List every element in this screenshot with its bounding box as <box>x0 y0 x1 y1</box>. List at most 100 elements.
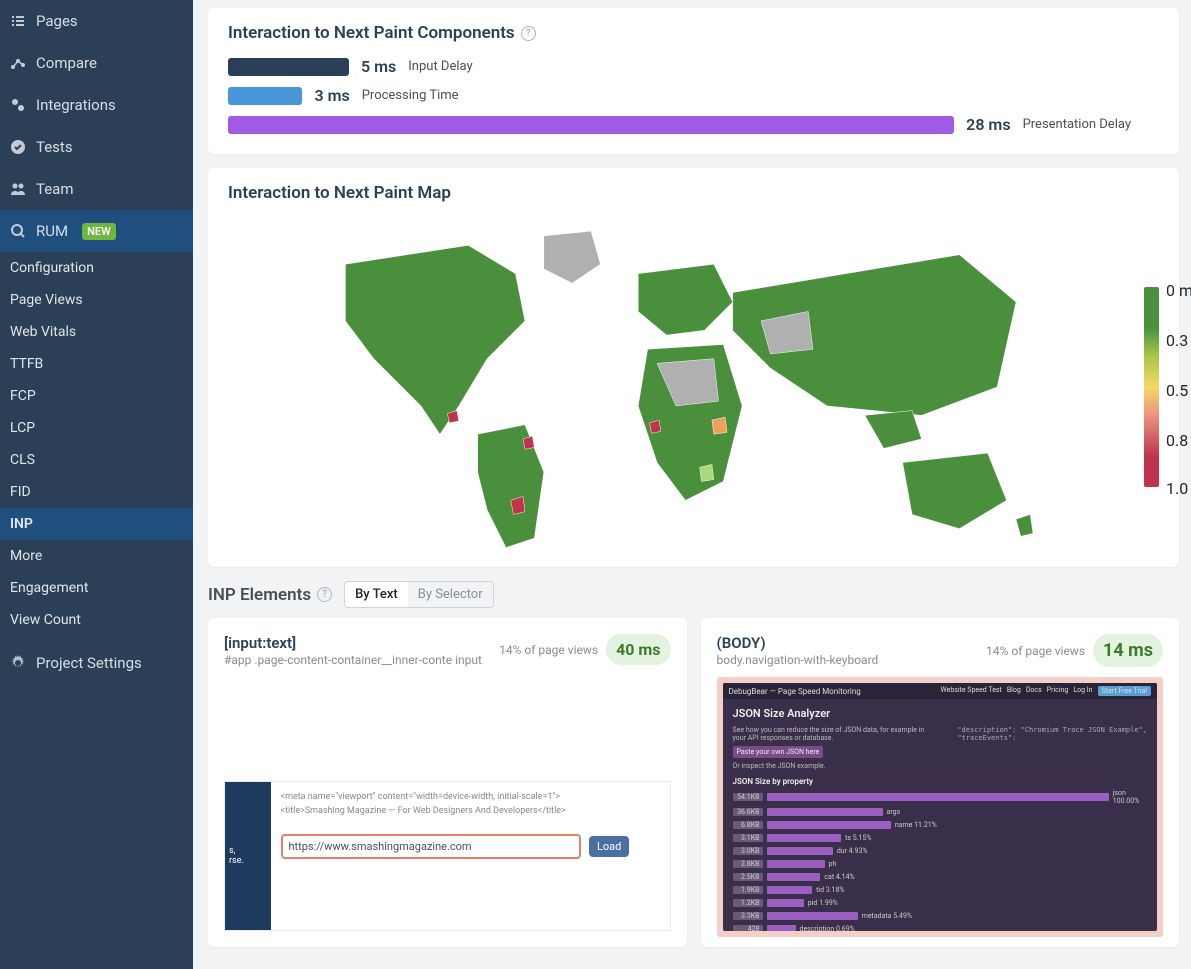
pageviews-pct: 14% of page views <box>986 644 1085 658</box>
panel-title: Interaction to Next Paint Map <box>228 183 1159 203</box>
element-preview: s,rse. <meta name="viewport" content="wi… <box>224 781 671 931</box>
inp-elements-header: INP Elements ? By Text By Selector <box>208 581 1179 608</box>
main-content: Interaction to Next Paint Components ? 5… <box>193 0 1191 969</box>
nav-cta: Start Free Trial <box>1098 686 1151 696</box>
component-row-presentation: 28 ms Presentation Delay <box>228 115 1159 134</box>
tab-by-selector[interactable]: By Selector <box>408 582 493 607</box>
component-row-input-delay: 5 ms Input Delay <box>228 57 1159 76</box>
json-size-row: 428description 0.69% <box>733 923 1148 931</box>
legend-label: 0.5 s <box>1166 381 1191 400</box>
component-label: Presentation Delay <box>1023 117 1131 132</box>
check-icon <box>10 139 26 155</box>
nav-link: Website Speed Test <box>941 686 1002 696</box>
preview-input: https://www.smashingmagazine.com <box>281 834 581 859</box>
element-preview: DebugBear — Page Speed Monitoring Websit… <box>717 677 1164 937</box>
card-metrics: 14% of page views 14 ms <box>986 634 1163 667</box>
panel-title: Interaction to Next Paint Components ? <box>228 23 1159 43</box>
json-size-row: 3.0KBdur 4.93% <box>733 845 1148 857</box>
map-legend: 0 ms 0.3 s 0.5 s 0.8 s 1.0 s <box>1144 287 1159 487</box>
json-size-row: 1.2KBpid 1.99% <box>733 897 1148 909</box>
card-title-block: [input:text] #app .page-content-containe… <box>224 634 482 667</box>
search-icon <box>10 223 26 239</box>
sidebar-item-compare[interactable]: Compare <box>0 42 193 84</box>
sidebar-sub-ttfb[interactable]: TTFB <box>0 348 193 380</box>
sidebar-sub-cls[interactable]: CLS <box>0 444 193 476</box>
sidebar-item-team[interactable]: Team <box>0 168 193 210</box>
card-metrics: 14% of page views 40 ms <box>499 634 670 665</box>
preview-note: Or inspect the JSON example. <box>733 762 938 770</box>
element-selector: #app .page-content-container__inner-cont… <box>224 653 482 667</box>
gear-icon <box>10 97 26 113</box>
help-icon[interactable]: ? <box>521 26 536 41</box>
card-header: (BODY) body.navigation-with-keyboard 14%… <box>717 634 1164 667</box>
component-value: 5 ms <box>361 57 396 76</box>
preview-load-button: Load <box>589 836 629 857</box>
json-size-row: 3.1KBts 5.15% <box>733 832 1148 844</box>
element-title: (BODY) <box>717 634 879 652</box>
nav-link: Pricing <box>1047 686 1069 696</box>
sidebar-item-label: Integrations <box>36 96 116 114</box>
world-map[interactable] <box>228 217 1124 557</box>
panel-title-text: Interaction to Next Paint Components <box>228 23 515 43</box>
sidebar-sub-pageviews[interactable]: Page Views <box>0 284 193 316</box>
sidebar-item-label: Project Settings <box>36 654 142 672</box>
sidebar-item-tests[interactable]: Tests <box>0 126 193 168</box>
card-title-block: (BODY) body.navigation-with-keyboard <box>717 634 879 667</box>
inp-element-card[interactable]: (BODY) body.navigation-with-keyboard 14%… <box>701 618 1180 947</box>
preview-desc: See how you can reduce the size of JSON … <box>733 726 938 742</box>
sidebar-item-label: Tests <box>36 138 73 156</box>
sidebar-submenu: Configuration Page Views Web Vitals TTFB… <box>0 252 193 636</box>
component-value: 28 ms <box>966 115 1010 134</box>
nav-link: Log In <box>1073 686 1092 696</box>
preview-paste-btn: Paste your own JSON here <box>733 746 824 758</box>
sidebar-item-label: Team <box>36 180 74 198</box>
component-bar <box>228 58 349 76</box>
sidebar-sub-inp[interactable]: INP <box>0 508 193 540</box>
sidebar-sub-viewcount[interactable]: View Count <box>0 604 193 636</box>
section-title-text: INP Elements <box>208 585 311 605</box>
preview-content: <meta name="viewport" content="width=dev… <box>271 782 670 930</box>
sidebar-item-label: Compare <box>36 54 97 72</box>
tab-by-text[interactable]: By Text <box>345 582 408 607</box>
sidebar-item-integrations[interactable]: Integrations <box>0 84 193 126</box>
json-size-row: 2.8KBph <box>733 858 1148 870</box>
legend-gradient <box>1144 287 1159 487</box>
section-title: INP Elements ? <box>208 585 332 605</box>
json-size-row: 6.8KBname 11.21% <box>733 819 1148 831</box>
new-badge: NEW <box>82 223 116 240</box>
preview-header: DebugBear — Page Speed Monitoring <box>729 687 861 696</box>
sidebar-item-pages[interactable]: Pages <box>0 0 193 42</box>
element-selector: body.navigation-with-keyboard <box>717 653 879 667</box>
legend-label: 0.8 s <box>1166 431 1191 450</box>
sidebar-sub-more[interactable]: More <box>0 540 193 572</box>
sidebar-sub-fid[interactable]: FID <box>0 476 193 508</box>
sidebar-item-label: Pages <box>36 12 78 30</box>
element-title: [input:text] <box>224 634 482 652</box>
inp-map-panel: Interaction to Next Paint Map <box>208 168 1179 567</box>
legend-label: 1.0 s <box>1166 479 1191 498</box>
json-bars: 54.1KBjson 100.00%36.6KBargs 6.8KBname 1… <box>733 789 1148 931</box>
preview-title-line: <title>Smashing Magazine — For Web Desig… <box>281 806 660 816</box>
component-row-processing: 3 ms Processing Time <box>228 86 1159 105</box>
cog-icon <box>10 655 26 671</box>
json-size-row: 54.1KBjson 100.00% <box>733 789 1148 805</box>
help-icon[interactable]: ? <box>317 587 332 602</box>
json-size-row: 1.9KBtid 3.18% <box>733 884 1148 896</box>
sidebar-item-settings[interactable]: Project Settings <box>0 642 193 684</box>
sidebar-sub-webvitals[interactable]: Web Vitals <box>0 316 193 348</box>
sidebar-sub-configuration[interactable]: Configuration <box>0 252 193 284</box>
preview-rows-title: JSON Size by property <box>733 777 1148 786</box>
sidebar-item-rum[interactable]: RUM NEW <box>0 210 193 252</box>
map-body: 0 ms 0.3 s 0.5 s 0.8 s 1.0 s <box>228 217 1159 557</box>
sidebar-sub-lcp[interactable]: LCP <box>0 412 193 444</box>
segmented-control: By Text By Selector <box>344 581 494 608</box>
inp-components-panel: Interaction to Next Paint Components ? 5… <box>208 8 1179 154</box>
sidebar-sub-fcp[interactable]: FCP <box>0 380 193 412</box>
inp-value-badge: 40 ms <box>606 634 670 665</box>
compare-icon <box>10 55 26 71</box>
sidebar-sub-engagement[interactable]: Engagement <box>0 572 193 604</box>
inp-element-card[interactable]: [input:text] #app .page-content-containe… <box>208 618 687 947</box>
inp-value-badge: 14 ms <box>1093 634 1163 667</box>
team-icon <box>10 181 26 197</box>
pageviews-pct: 14% of page views <box>499 643 598 657</box>
